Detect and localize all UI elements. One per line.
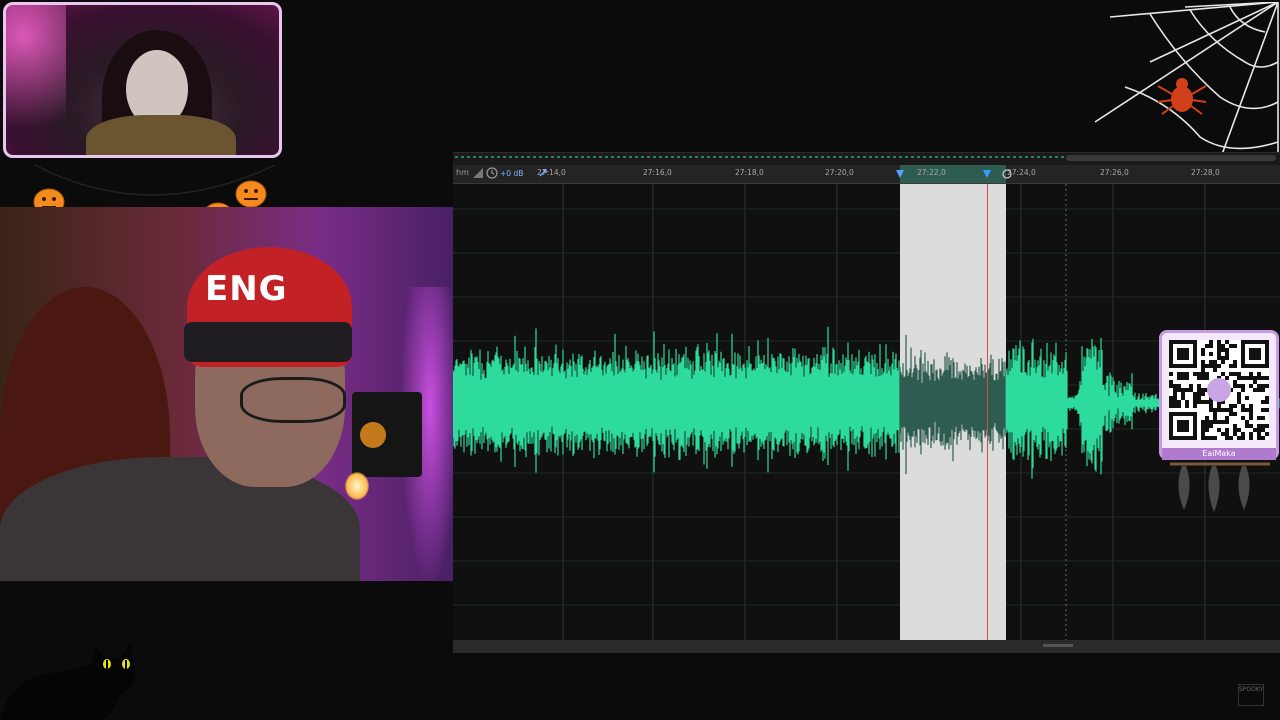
time-tick-label: 27:14,0 [537, 168, 566, 177]
overview-strip [453, 153, 1280, 165]
clock-icon[interactable] [486, 167, 498, 179]
time-tick-label: 27:16,0 [643, 168, 672, 177]
time-tick-label: 27:20,0 [825, 168, 854, 177]
qr-code-card: EaiMaka [1159, 330, 1279, 460]
time-tick-label: 27:18,0 [735, 168, 764, 177]
time-ruler[interactable]: hm +0 dB 27:14,0 27:16,0 27:18,0 27:20,0 27:… [453, 165, 1280, 184]
qr-code-label: EaiMaka [1162, 448, 1276, 460]
playhead-cursor[interactable] [987, 184, 988, 640]
spider-icon [1157, 78, 1207, 115]
waveform-track[interactable] [453, 184, 1280, 640]
volume-readout[interactable]: +0 dB [500, 169, 523, 178]
qr-code-image [1169, 340, 1269, 440]
horizontal-scrollbar[interactable] [453, 640, 1280, 653]
time-tick-label: 27:22,0 [917, 168, 946, 177]
candle-light [345, 472, 369, 500]
audio-editor: hm +0 dB 27:14,0 27:16,0 27:18,0 27:20,0 27:… [453, 152, 1280, 653]
selection-end-handle-icon[interactable] [1001, 169, 1013, 179]
time-format-label: hm [456, 168, 469, 177]
time-tick-label: 27:28,0 [1191, 168, 1220, 177]
black-cat-decoration [0, 643, 136, 720]
time-tick-label: 27:26,0 [1100, 168, 1129, 177]
channel-logo: SPOOKY [1238, 684, 1264, 706]
level-meter-icon [473, 168, 483, 178]
beanie-text: ENG [205, 269, 288, 309]
webcam-guest [3, 2, 282, 158]
webcam-host: ENG [0, 207, 453, 581]
playhead-handle-icon[interactable] [982, 169, 992, 179]
audio-waveform[interactable] [453, 184, 1280, 640]
hanging-bats-decoration [1170, 462, 1270, 512]
horizontal-zoom-scrollbar[interactable] [1066, 155, 1276, 161]
selection-start-handle-icon[interactable] [895, 169, 905, 179]
